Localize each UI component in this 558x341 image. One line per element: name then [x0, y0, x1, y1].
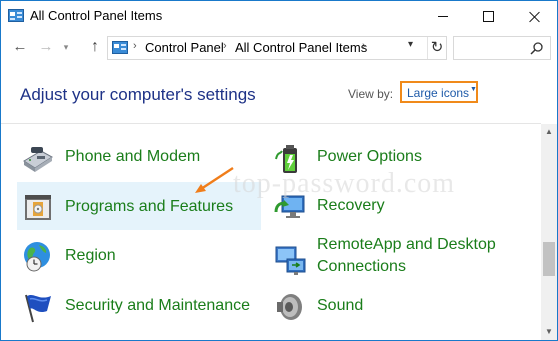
item-label-line1[interactable]: RemoteApp and Desktop [317, 234, 496, 256]
window-title: All Control Panel Items [30, 8, 163, 23]
item-label[interactable]: Programs and Features [65, 196, 233, 218]
view-by-label: View by: [348, 87, 394, 101]
speaker-icon [277, 294, 302, 320]
arrow-right-icon: → [38, 38, 54, 55]
breadcrumb-separator[interactable]: › [223, 40, 227, 52]
breadcrumb-all-items[interactable]: All Control Panel Items [235, 40, 367, 55]
item-label[interactable]: Region [65, 245, 116, 267]
item-region[interactable]: Region [17, 232, 257, 280]
minimize-button[interactable] [421, 1, 466, 32]
breadcrumb-control-panel[interactable]: Control Panel [145, 40, 224, 55]
item-label[interactable]: Phone and Modem [65, 146, 200, 168]
item-sound[interactable]: Sound [269, 282, 531, 330]
up-button[interactable]: ↑ [84, 36, 106, 58]
item-label-line2[interactable]: Connections [317, 256, 406, 278]
item-security-and-maintenance[interactable]: Security and Maintenance [17, 282, 257, 330]
refresh-icon[interactable]: ↻ [427, 37, 446, 59]
breadcrumb-separator[interactable]: › [133, 40, 137, 52]
view-by-dropdown[interactable]: Large icons ▼ [400, 81, 478, 103]
page-title: Adjust your computer's settings [20, 85, 256, 104]
address-bar[interactable]: › Control Panel › All Control Panel Item… [107, 36, 447, 60]
recent-locations-button[interactable]: ▾ [59, 36, 73, 58]
watermark: top-password.com [233, 168, 456, 199]
control-panel-icon [8, 9, 24, 22]
annotation-arrow [195, 166, 234, 193]
item-remoteapp-desktop-connections[interactable]: RemoteApp and Desktop Connections [269, 230, 531, 286]
search-icon [530, 42, 543, 55]
back-button[interactable]: ← [9, 36, 31, 58]
vertical-scrollbar[interactable]: ▲ ▼ [541, 124, 557, 340]
item-label[interactable]: Power Options [317, 146, 422, 168]
breadcrumb-separator[interactable]: › [362, 40, 366, 52]
chevron-down-icon[interactable]: ▾ [408, 39, 413, 50]
items-grid: Phone and Modem Power Options Programs a… [1, 124, 541, 340]
page-header: Adjust your computer's settings View by:… [1, 62, 557, 124]
navigation-bar: ← → ▾ ↑ › Control Panel › All Control Pa… [1, 32, 557, 62]
view-by-value[interactable]: Large icons [407, 86, 469, 100]
maximize-button[interactable] [466, 1, 511, 32]
programs-box-icon [25, 195, 51, 220]
search-input[interactable] [453, 36, 551, 60]
arrow-left-icon: ← [12, 38, 28, 55]
control-panel-icon [112, 41, 128, 54]
close-button[interactable] [512, 1, 557, 32]
flag-icon [25, 294, 51, 323]
scroll-up-icon[interactable]: ▲ [545, 127, 553, 136]
scroll-thumb[interactable] [543, 242, 555, 276]
item-label[interactable]: Sound [317, 295, 363, 317]
caret-down-icon: ▼ [470, 86, 477, 93]
title-bar: All Control Panel Items [1, 1, 557, 32]
control-panel-window: All Control Panel Items ← → ▾ ↑ › Contro… [0, 0, 558, 341]
chevron-down-icon: ▾ [63, 42, 69, 52]
forward-button[interactable]: → [35, 36, 57, 58]
phone-modem-icon [23, 147, 53, 172]
remote-desktop-icon [275, 246, 306, 275]
scroll-down-icon[interactable]: ▼ [545, 327, 553, 336]
item-label[interactable]: Security and Maintenance [65, 295, 250, 317]
globe-clock-icon [24, 242, 50, 272]
arrow-up-icon: ↑ [91, 38, 99, 55]
